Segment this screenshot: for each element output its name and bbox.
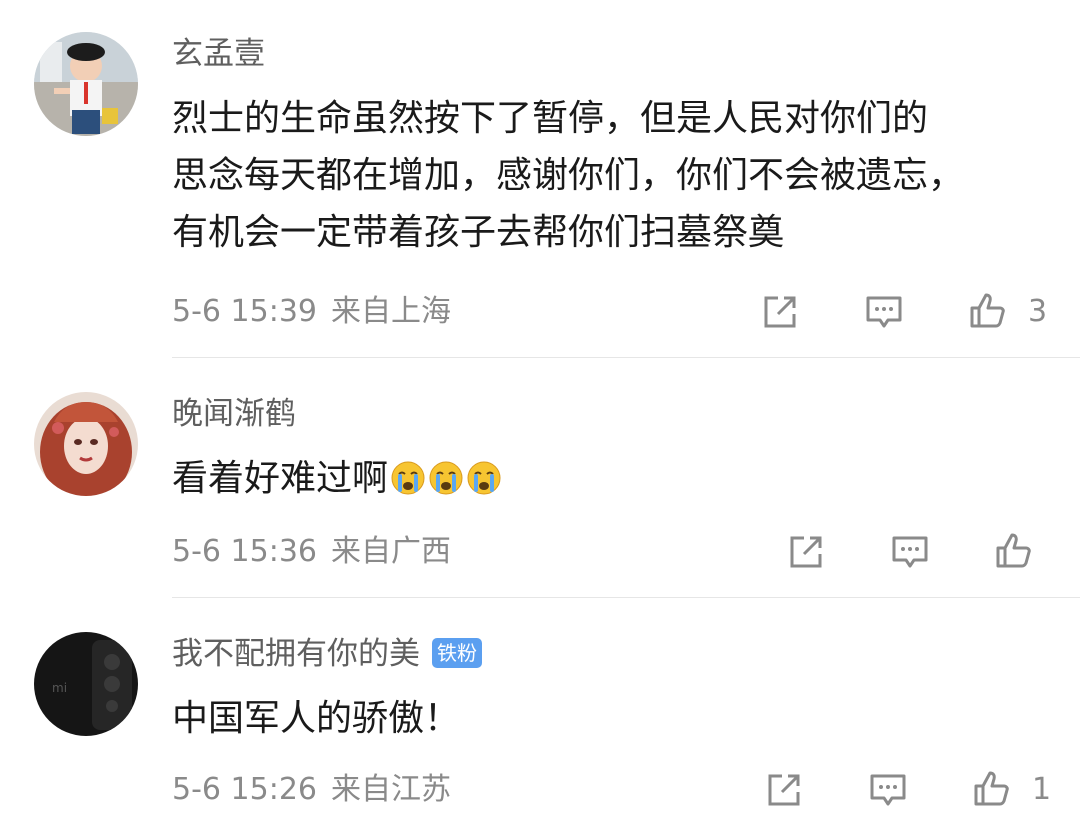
dark-phone-avatar-icon: mi <box>34 632 138 736</box>
fan-badge: 铁粉 <box>432 637 482 668</box>
comment-icon[interactable] <box>868 770 908 810</box>
thumbs-up-icon[interactable] <box>994 530 1034 570</box>
comment-text: 中国军人的骄傲！ <box>172 690 460 747</box>
timestamp: 5-6 15:26 <box>172 772 317 807</box>
share-icon[interactable] <box>764 770 804 810</box>
avatar[interactable]: mi <box>34 632 138 736</box>
thumbs-up-icon[interactable] <box>972 768 1012 808</box>
comment-line: 中国军人的骄傲！ <box>172 698 461 739</box>
avatar[interactable] <box>34 392 138 496</box>
svg-text:mi: mi <box>52 681 67 695</box>
comment-meta: 5-6 15:36 来自广西 <box>172 532 451 572</box>
timestamp: 5-6 15:39 <box>172 294 317 329</box>
comment-icon[interactable] <box>890 532 930 572</box>
comment-line: 烈士的生命虽然按下了暂停，但是人民对你们的 <box>172 98 929 139</box>
comment-meta: 5-6 15:39 来自上海 <box>172 292 451 332</box>
comment-text: 烈士的生命虽然按下了暂停，但是人民对你们的 思念每天都在增加，感谢你们，你们不会… <box>172 90 964 261</box>
comment-icon[interactable] <box>864 292 904 332</box>
thumbs-up-icon[interactable] <box>968 290 1008 330</box>
comment-line: 有机会一定带着孩子去帮你们扫墓祭奠 <box>172 212 785 253</box>
like-count: 1 <box>1032 772 1052 807</box>
location: 来自江苏 <box>331 772 451 807</box>
username[interactable]: 晚闻渐鹤 <box>172 394 296 434</box>
location: 来自广西 <box>331 534 451 569</box>
share-icon[interactable] <box>760 292 800 332</box>
comment-item: mi 我不配拥有你的美 铁粉 中国军人的骄傲！ 5-6 15:26 来自江苏 1 <box>0 598 1080 829</box>
username[interactable]: 玄孟壹 <box>172 34 265 74</box>
timestamp: 5-6 15:36 <box>172 534 317 569</box>
username[interactable]: 我不配拥有你的美 铁粉 <box>172 634 482 674</box>
crying-emoji-icon <box>428 456 464 495</box>
illustrated-girl-avatar-icon <box>34 392 138 496</box>
crying-emoji-icon <box>390 456 426 495</box>
comment-text: 看着好难过啊 <box>172 450 502 507</box>
comment-meta: 5-6 15:26 来自江苏 <box>172 770 451 810</box>
comment-item: 晚闻渐鹤 看着好难过啊 5-6 15:36 来自广西 <box>0 358 1080 598</box>
username-text[interactable]: 我不配拥有你的美 <box>172 636 420 672</box>
comment-line: 思念每天都在增加，感谢你们，你们不会被遗忘， <box>172 155 965 196</box>
like-count: 3 <box>1028 294 1048 329</box>
avatar[interactable] <box>34 32 138 136</box>
comment-item: 玄孟壹 烈士的生命虽然按下了暂停，但是人民对你们的 思念每天都在增加，感谢你们，… <box>0 0 1080 358</box>
location: 来自上海 <box>331 294 451 329</box>
child-photo-avatar-icon <box>34 32 138 136</box>
share-icon[interactable] <box>786 532 826 572</box>
comment-line: 看着好难过啊 <box>172 458 389 499</box>
crying-emoji-icon <box>466 456 502 495</box>
